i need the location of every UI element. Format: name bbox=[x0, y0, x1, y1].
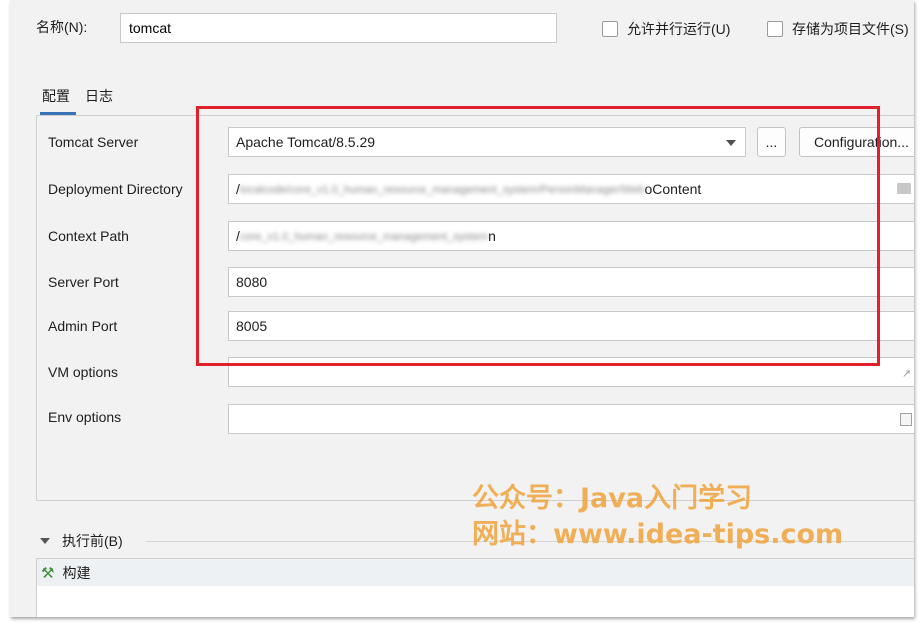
parallel-run-checkbox[interactable]: 允许并行运行(U) bbox=[602, 19, 730, 39]
checkbox-box[interactable] bbox=[767, 21, 783, 37]
admin-port-input[interactable]: 8005 bbox=[228, 311, 914, 341]
list-item[interactable]: ⚒ 构建 bbox=[37, 559, 914, 586]
tomcat-server-label: Tomcat Server bbox=[48, 134, 139, 150]
run-configuration-screen: 名称(N): 允许并行运行(U) 存储为项目文件(S) 配置 日志 Tomcat… bbox=[0, 0, 924, 626]
env-options-input[interactable] bbox=[228, 404, 914, 434]
watermark-line2: 网站：www.idea-tips.com bbox=[472, 519, 844, 550]
vm-options-input[interactable]: ↗ bbox=[228, 357, 914, 387]
store-as-project-file-checkbox[interactable]: 存储为项目文件(S) bbox=[767, 19, 909, 39]
configuration-button[interactable]: Configuration... bbox=[799, 127, 914, 157]
tab-logs[interactable]: 日志 bbox=[85, 86, 113, 106]
env-options-label: Env options bbox=[48, 409, 122, 425]
server-port-label: Server Port bbox=[48, 274, 119, 290]
context-path-blurred: core_v1.0_human_resource_management_syst… bbox=[239, 231, 489, 244]
checkbox-box[interactable] bbox=[602, 21, 618, 37]
configuration-tree-edge bbox=[0, 0, 13, 626]
expand-icon[interactable]: ↗ bbox=[902, 367, 911, 380]
parallel-run-label: 允许并行运行(U) bbox=[627, 21, 731, 37]
admin-port-label: Admin Port bbox=[48, 318, 118, 334]
context-path-label: Context Path bbox=[48, 228, 129, 244]
context-path-suffix: n bbox=[488, 228, 496, 244]
name-label: 名称(N): bbox=[36, 19, 88, 35]
hammer-icon: ⚒ bbox=[41, 564, 55, 582]
deployment-directory-suffix: oContent bbox=[644, 181, 702, 197]
collapse-triangle-icon[interactable] bbox=[40, 538, 50, 544]
folder-icon[interactable] bbox=[897, 183, 911, 194]
tomcat-server-select[interactable]: Apache Tomcat/8.5.29 bbox=[228, 127, 746, 157]
before-launch-toggle[interactable]: 执行前(B) bbox=[40, 531, 123, 551]
chevron-down-icon[interactable] bbox=[726, 140, 736, 146]
deployment-directory-label: Deployment Directory bbox=[48, 181, 183, 197]
watermark-line1: 公众号：Java入门学习 bbox=[472, 483, 753, 514]
context-path-input[interactable]: /core_v1.0_human_resource_management_sys… bbox=[228, 221, 914, 251]
deployment-directory-blurred: localcode/core_v1.0_human_resource_manag… bbox=[239, 184, 645, 197]
tab-config[interactable]: 配置 bbox=[42, 86, 70, 106]
before-launch-label: 执行前(B) bbox=[62, 533, 123, 549]
build-task-label: 构建 bbox=[62, 564, 91, 581]
server-port-input[interactable]: 8080 bbox=[228, 267, 914, 297]
config-panel bbox=[36, 115, 914, 501]
admin-port-value: 8005 bbox=[236, 318, 268, 334]
before-launch-list: ⚒ 构建 bbox=[36, 558, 914, 617]
run-configuration-dialog: 名称(N): 允许并行运行(U) 存储为项目文件(S) 配置 日志 Tomcat… bbox=[10, 0, 914, 617]
store-as-project-file-label: 存储为项目文件(S) bbox=[792, 21, 909, 37]
deployment-directory-input[interactable]: /localcode/core_v1.0_human_resource_mana… bbox=[228, 174, 914, 204]
server-port-value: 8080 bbox=[236, 274, 268, 290]
tomcat-server-value: Apache Tomcat/8.5.29 bbox=[236, 134, 376, 150]
name-input[interactable] bbox=[120, 13, 557, 43]
vm-options-label: VM options bbox=[48, 364, 119, 380]
more-servers-button[interactable]: ... bbox=[757, 127, 786, 157]
edit-environment-icon[interactable] bbox=[900, 413, 912, 426]
